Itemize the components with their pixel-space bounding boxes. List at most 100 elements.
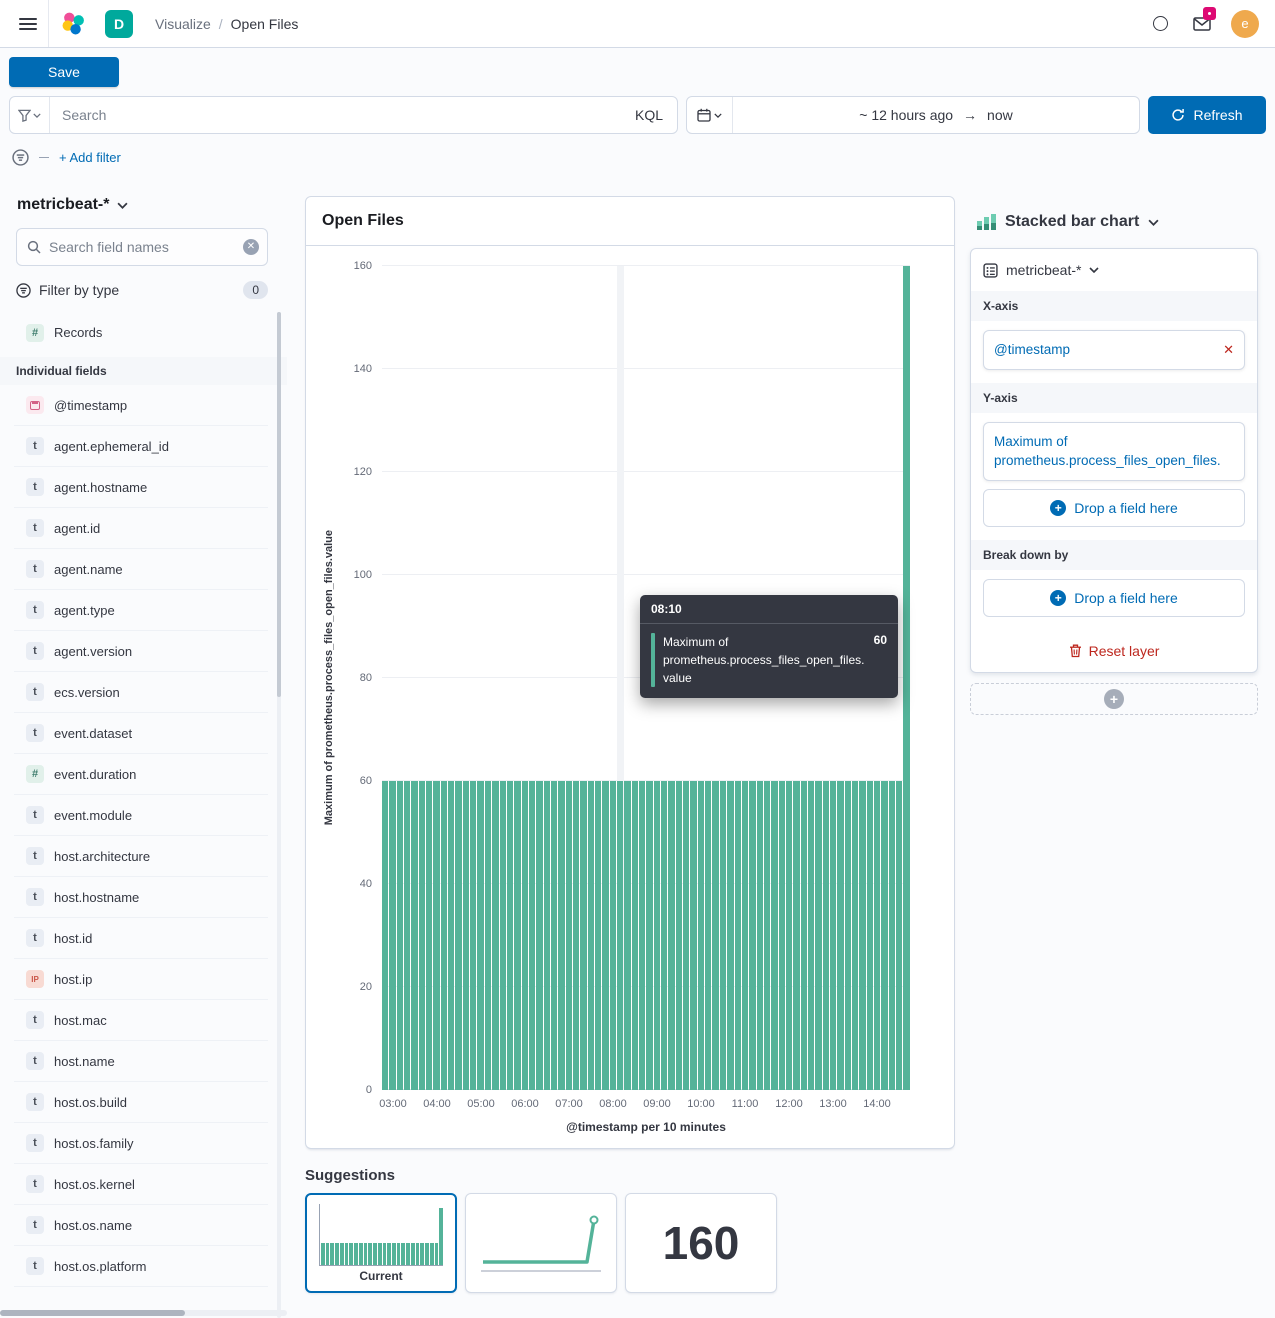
bar[interactable]	[536, 781, 542, 1090]
bar[interactable]	[705, 781, 711, 1090]
bar[interactable]	[500, 781, 506, 1090]
bar[interactable]	[477, 781, 483, 1090]
bar[interactable]	[580, 781, 586, 1090]
bar[interactable]	[573, 781, 579, 1090]
field-item[interactable]: @timestamp	[14, 385, 268, 426]
bar[interactable]	[411, 781, 417, 1090]
field-item[interactable]: thost.os.family	[14, 1123, 268, 1164]
bar[interactable]	[690, 781, 696, 1090]
elastic-logo[interactable]	[49, 0, 97, 47]
bar[interactable]	[779, 781, 785, 1090]
bar[interactable]	[793, 781, 799, 1090]
field-item[interactable]: tagent.id	[14, 508, 268, 549]
bar[interactable]	[786, 781, 792, 1090]
bar[interactable]	[529, 781, 535, 1090]
field-item[interactable]: tecs.version	[14, 672, 268, 713]
bar[interactable]	[727, 781, 733, 1090]
chart-plot[interactable]: 08:10 Maximum of prometheus.process_file…	[382, 266, 910, 1090]
bar[interactable]	[654, 781, 660, 1090]
bar[interactable]	[852, 781, 858, 1090]
bar[interactable]	[551, 781, 557, 1090]
field-item[interactable]: thost.os.kernel	[14, 1164, 268, 1205]
y-axis-drop-target[interactable]: + Drop a field here	[983, 489, 1245, 527]
bar[interactable]	[639, 781, 645, 1090]
bar[interactable]	[859, 781, 865, 1090]
bar[interactable]	[712, 781, 718, 1090]
field-item[interactable]: tagent.name	[14, 549, 268, 590]
bar[interactable]	[448, 781, 454, 1090]
bar[interactable]	[441, 781, 447, 1090]
bar[interactable]	[617, 781, 623, 1090]
bar[interactable]	[426, 781, 432, 1090]
space-avatar[interactable]: D	[105, 10, 133, 38]
bar[interactable]	[382, 781, 388, 1090]
field-item[interactable]: tagent.hostname	[14, 467, 268, 508]
bar[interactable]	[492, 781, 498, 1090]
bar[interactable]	[463, 781, 469, 1090]
bar[interactable]	[632, 781, 638, 1090]
clear-search-icon[interactable]: ✕	[243, 239, 259, 255]
reset-layer-button[interactable]: Reset layer	[971, 630, 1257, 672]
breakdown-drop-target[interactable]: + Drop a field here	[983, 579, 1245, 617]
bar[interactable]	[801, 781, 807, 1090]
field-item[interactable]: thost.mac	[14, 1000, 268, 1041]
bar[interactable]	[389, 781, 395, 1090]
bar[interactable]	[610, 781, 616, 1090]
bar[interactable]	[470, 781, 476, 1090]
field-item[interactable]: thost.os.build	[14, 1082, 268, 1123]
bar[interactable]	[903, 266, 909, 1090]
bar[interactable]	[566, 781, 572, 1090]
index-pattern-switcher[interactable]: metricbeat-*	[0, 196, 287, 214]
save-button[interactable]: Save	[9, 57, 119, 87]
bar[interactable]	[433, 781, 439, 1090]
bar[interactable]	[455, 781, 461, 1090]
bar[interactable]	[720, 781, 726, 1090]
bar[interactable]	[646, 781, 652, 1090]
bar[interactable]	[837, 781, 843, 1090]
bar[interactable]	[588, 781, 594, 1090]
filter-by-type-button[interactable]: Filter by type 0	[16, 276, 268, 304]
sidebar-scrollbar-thumb[interactable]	[277, 312, 281, 697]
bar[interactable]	[522, 781, 528, 1090]
breadcrumb-visualize[interactable]: Visualize	[155, 16, 211, 32]
search-input[interactable]	[50, 107, 621, 123]
bar[interactable]	[757, 781, 763, 1090]
kql-language-button[interactable]: KQL	[621, 107, 677, 123]
layer-index-pattern-button[interactable]: metricbeat-*	[971, 249, 1257, 291]
suggestion-current-card[interactable]: Current	[305, 1193, 457, 1293]
field-item[interactable]: IPhost.ip	[14, 959, 268, 1000]
bar[interactable]	[668, 781, 674, 1090]
refresh-button[interactable]: Refresh	[1148, 96, 1266, 134]
field-item[interactable]: thost.hostname	[14, 877, 268, 918]
records-field-item[interactable]: # Records	[14, 312, 268, 353]
date-popover-button[interactable]	[687, 97, 733, 133]
bar[interactable]	[683, 781, 689, 1090]
bar[interactable]	[624, 781, 630, 1090]
remove-dimension-icon[interactable]: ✕	[1223, 342, 1234, 358]
bar[interactable]	[544, 781, 550, 1090]
saved-query-menu-button[interactable]	[10, 97, 50, 133]
field-item[interactable]: tagent.version	[14, 631, 268, 672]
y-axis-dimension-chip[interactable]: Maximum of prometheus.process_files_open…	[983, 422, 1245, 481]
add-filter-button[interactable]: + Add filter	[59, 150, 121, 165]
bar[interactable]	[881, 781, 887, 1090]
bar[interactable]	[845, 781, 851, 1090]
bar[interactable]	[742, 781, 748, 1090]
suggestion-metric-card[interactable]: 160	[625, 1193, 777, 1293]
field-item[interactable]: tagent.type	[14, 590, 268, 631]
bar[interactable]	[749, 781, 755, 1090]
bar[interactable]	[815, 781, 821, 1090]
newsfeed-button[interactable]	[1181, 0, 1223, 47]
field-item[interactable]: tevent.dataset	[14, 713, 268, 754]
field-item[interactable]: thost.architecture	[14, 836, 268, 877]
suggestion-line-chart-card[interactable]	[465, 1193, 617, 1293]
bar[interactable]	[397, 781, 403, 1090]
bar[interactable]	[602, 781, 608, 1090]
chart-type-selector[interactable]: Stacked bar chart	[976, 212, 1258, 232]
bar[interactable]	[514, 781, 520, 1090]
field-item[interactable]: tagent.ephemeral_id	[14, 426, 268, 467]
bar[interactable]	[830, 781, 836, 1090]
bar[interactable]	[764, 781, 770, 1090]
filter-menu-icon[interactable]	[12, 149, 29, 166]
bar[interactable]	[661, 781, 667, 1090]
